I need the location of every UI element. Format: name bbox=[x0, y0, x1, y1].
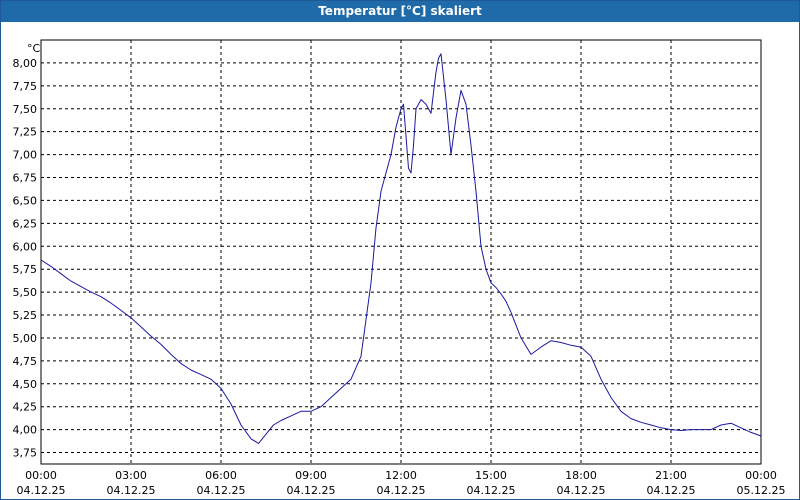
x-tick-time-label: 15:00 bbox=[475, 469, 507, 482]
y-tick-label: 5,25 bbox=[13, 309, 38, 322]
y-tick-label: 4,75 bbox=[13, 355, 38, 368]
x-tick-time-label: 09:00 bbox=[295, 469, 327, 482]
y-tick-label: 6,00 bbox=[13, 240, 38, 253]
x-tick-date-label: 04.12.25 bbox=[107, 484, 156, 497]
y-tick-label: 5,75 bbox=[13, 263, 38, 276]
y-axis-ticks: 3,75 4,00 4,25 4,50 4,75 5,00 5,25 5,50 5,75 6,00… bbox=[13, 57, 38, 460]
x-tick-date-label: 04.12.25 bbox=[557, 484, 606, 497]
y-tick-label: 4,00 bbox=[13, 424, 38, 437]
x-tick-time-label: 06:00 bbox=[205, 469, 237, 482]
y-tick-label: 6,25 bbox=[13, 217, 38, 230]
x-axis-ticks: 00:00 04.12.25 03:00 04.12.25 06:00 04.12.25 0… bbox=[17, 469, 786, 497]
x-tick-date-label: 04.12.25 bbox=[287, 484, 336, 497]
x-tick-time-label: 00:00 bbox=[25, 469, 57, 482]
x-tick-date-label: 04.12.25 bbox=[17, 484, 66, 497]
y-tick-label: 4,25 bbox=[13, 401, 38, 414]
y-tick-label: 8,00 bbox=[13, 57, 38, 70]
y-tick-label: 7,75 bbox=[13, 80, 38, 93]
x-tick-time-label: 21:00 bbox=[655, 469, 687, 482]
y-tick-label: 5,50 bbox=[13, 286, 38, 299]
x-tick-time-label: 12:00 bbox=[385, 469, 417, 482]
y-tick-label: 7,25 bbox=[13, 126, 38, 139]
x-tick-date-label: 04.12.25 bbox=[377, 484, 426, 497]
x-tick-time-label: 18:00 bbox=[565, 469, 597, 482]
y-tick-label: 4,50 bbox=[13, 378, 38, 391]
grid-layer bbox=[41, 40, 761, 464]
y-tick-label: 7,00 bbox=[13, 149, 38, 162]
y-tick-label: 5,00 bbox=[13, 332, 38, 345]
x-tick-time-label: 00:00 bbox=[745, 469, 777, 482]
window-title: Temperatur [°C] skaliert bbox=[1, 1, 799, 22]
x-tick-time-label: 03:00 bbox=[115, 469, 147, 482]
y-tick-label: 6,75 bbox=[13, 172, 38, 185]
x-tick-date-label: 04.12.25 bbox=[467, 484, 516, 497]
x-tick-date-label: 04.12.25 bbox=[647, 484, 696, 497]
chart-window: Temperatur [°C] skaliert 3,75 4,00 4,25 4,5… bbox=[0, 0, 800, 500]
x-tick-date-label: 05.12.25 bbox=[737, 484, 786, 497]
y-tick-label: 6,50 bbox=[13, 194, 38, 207]
y-axis-unit-label: °C bbox=[27, 42, 41, 55]
temperature-chart: 3,75 4,00 4,25 4,50 4,75 5,00 5,25 5,50 5,75 6,00… bbox=[13, 39, 786, 497]
x-tick-date-label: 04.12.25 bbox=[197, 484, 246, 497]
y-tick-label: 3,75 bbox=[13, 447, 38, 460]
y-tick-label: 7,50 bbox=[13, 103, 38, 116]
